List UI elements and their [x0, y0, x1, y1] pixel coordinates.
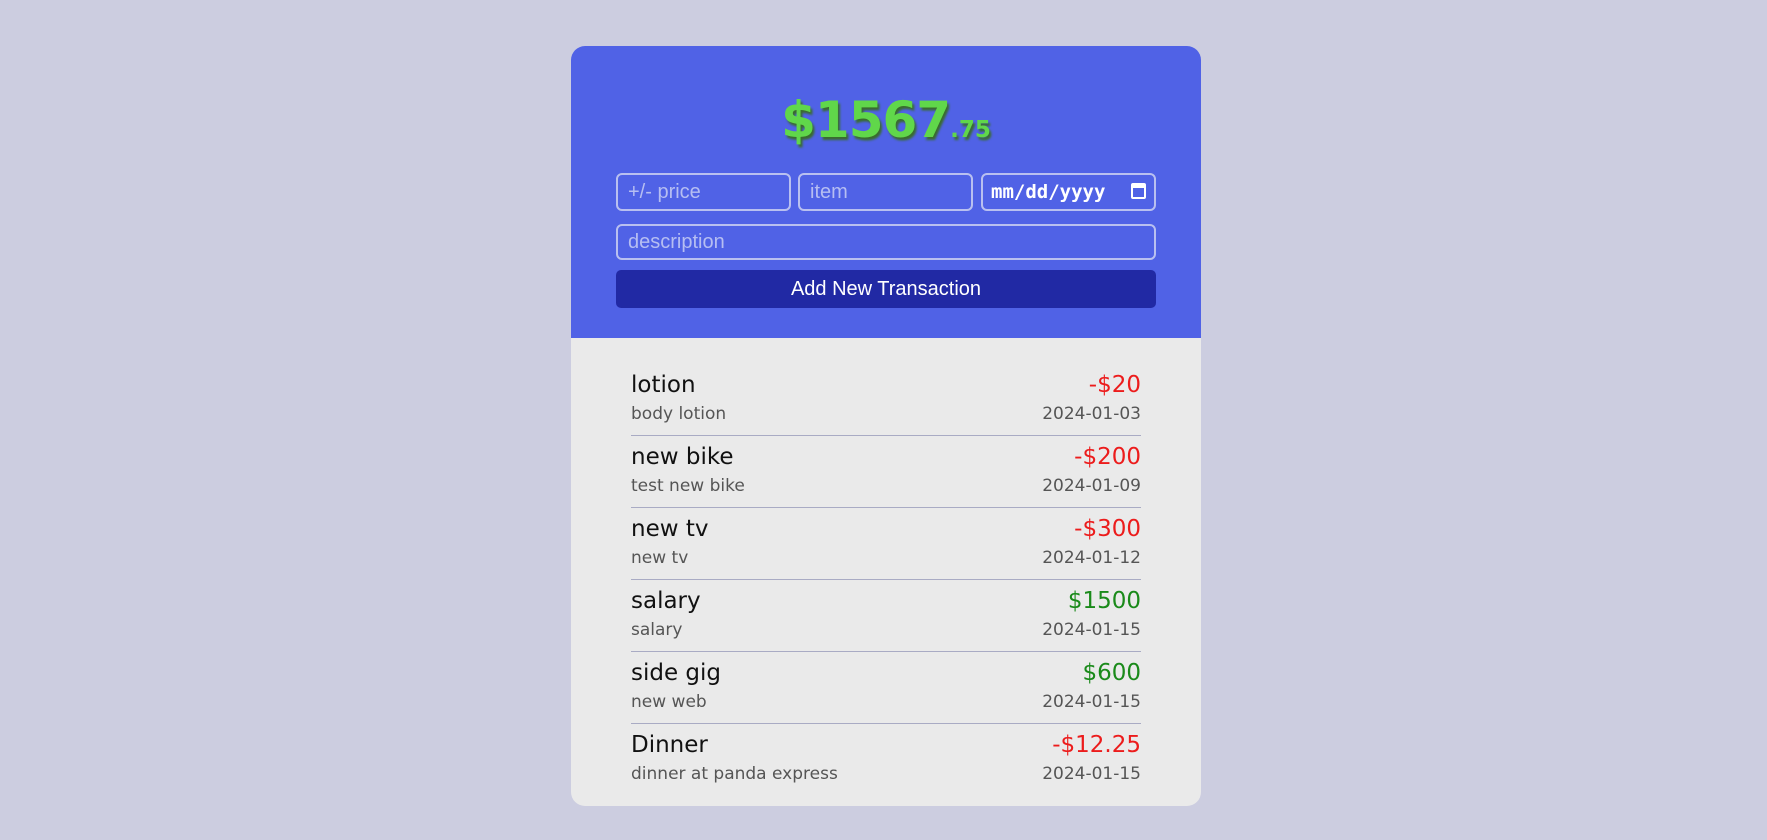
transaction-name: Dinner — [631, 732, 708, 758]
transaction-name: new bike — [631, 444, 734, 470]
transaction-name: lotion — [631, 372, 696, 398]
transaction-date: 2024-01-03 — [1042, 404, 1141, 424]
item-input[interactable]: item — [798, 173, 973, 211]
transaction-date: 2024-01-15 — [1042, 620, 1141, 640]
transaction-amount: -$20 — [1088, 372, 1141, 398]
transaction-row: salary $1500 salary 2024-01-15 — [631, 580, 1141, 652]
balance-dollars: $1567 — [781, 91, 951, 149]
date-placeholder: mm/dd/yyyy — [991, 181, 1106, 203]
transaction-amount: $1500 — [1067, 588, 1141, 614]
transaction-amount: -$200 — [1074, 444, 1141, 470]
transaction-row: new bike -$200 test new bike 2024-01-09 — [631, 436, 1141, 508]
transaction-list: lotion -$20 body lotion 2024-01-03 new b… — [631, 364, 1141, 796]
transaction-date: 2024-01-12 — [1042, 548, 1141, 568]
transaction-amount: -$12.25 — [1052, 732, 1141, 758]
calendar-icon[interactable] — [1131, 183, 1146, 199]
transaction-date: 2024-01-15 — [1042, 764, 1141, 784]
description-input[interactable]: description — [616, 224, 1156, 260]
transaction-amount: $600 — [1082, 660, 1141, 686]
transaction-description: dinner at panda express — [631, 764, 838, 784]
add-transaction-button[interactable]: Add New Transaction — [616, 270, 1156, 308]
card-header: $1567.75 +/- price item mm/dd/yyyy descr… — [571, 46, 1201, 338]
transaction-card: $1567.75 +/- price item mm/dd/yyyy descr… — [571, 46, 1201, 806]
transaction-description: new web — [631, 692, 707, 712]
transaction-name: side gig — [631, 660, 722, 686]
balance-cents: .75 — [950, 117, 991, 143]
date-input[interactable]: mm/dd/yyyy — [981, 173, 1156, 211]
transaction-date: 2024-01-15 — [1042, 692, 1141, 712]
transaction-row: new tv -$300 new tv 2024-01-12 — [631, 508, 1141, 580]
price-input[interactable]: +/- price — [616, 173, 791, 211]
transaction-name: new tv — [631, 516, 709, 542]
transaction-row: Dinner -$12.25 dinner at panda express 2… — [631, 724, 1141, 796]
transaction-description: new tv — [631, 548, 689, 568]
transaction-description: test new bike — [631, 476, 745, 496]
transaction-date: 2024-01-09 — [1042, 476, 1141, 496]
transaction-description: body lotion — [631, 404, 727, 424]
balance-display: $1567.75 — [571, 91, 1201, 149]
transaction-name: salary — [631, 588, 701, 614]
transaction-description: salary — [631, 620, 683, 640]
transaction-row: lotion -$20 body lotion 2024-01-03 — [631, 364, 1141, 436]
transaction-row: side gig $600 new web 2024-01-15 — [631, 652, 1141, 724]
transaction-amount: -$300 — [1074, 516, 1141, 542]
